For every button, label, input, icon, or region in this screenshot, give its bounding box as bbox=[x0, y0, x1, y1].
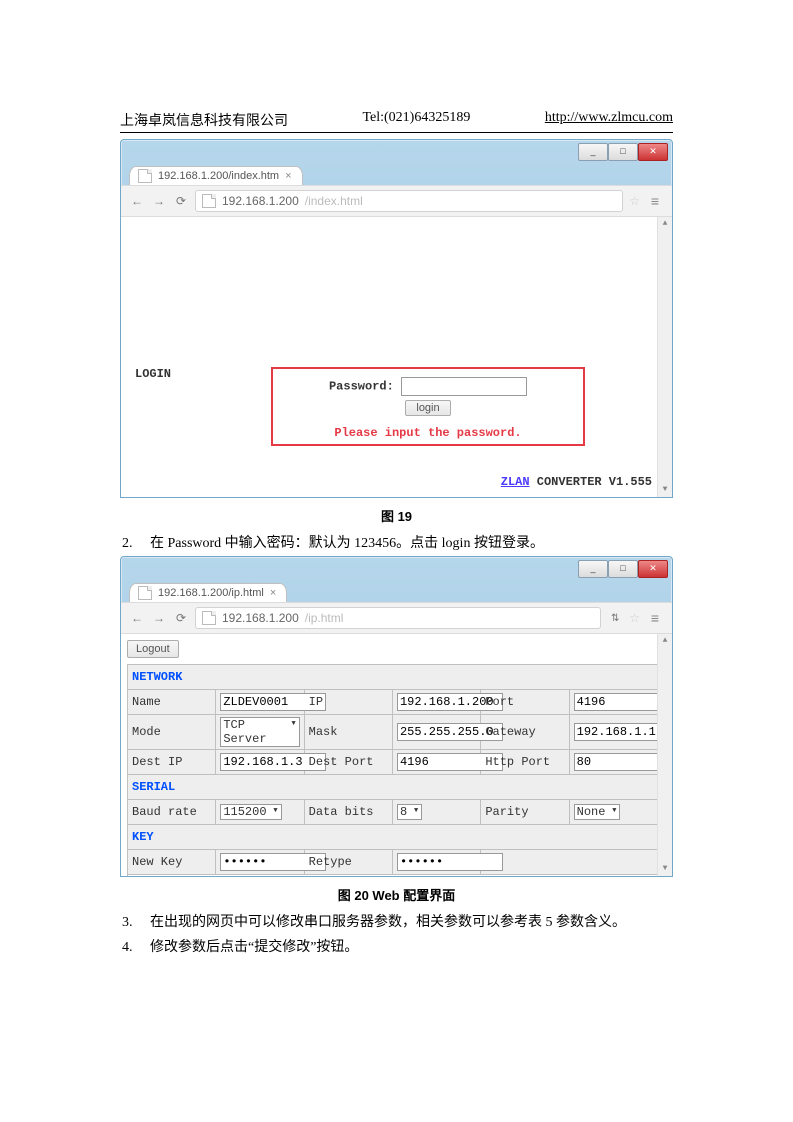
scroll-down-icon[interactable]: ▼ bbox=[658, 862, 672, 876]
scroll-down-icon[interactable]: ▼ bbox=[658, 483, 672, 497]
scroll-up-icon[interactable]: ▲ bbox=[658, 217, 672, 231]
browser-tab[interactable]: 192.168.1.200/ip.html × bbox=[129, 583, 287, 602]
label-name: Name bbox=[128, 690, 216, 715]
label-destip: Dest IP bbox=[128, 750, 216, 775]
address-bar: ← → ⟳ 192.168.1.200/ip.html ⇅ ☆ ≡ bbox=[121, 602, 672, 634]
step-4: 4. 修改参数后点击“提交修改”按钮。 bbox=[120, 935, 673, 960]
config-page: ▲ ▼ Logout NETWORK Name IP Port Mode TCP… bbox=[121, 634, 672, 876]
address-bar: ← → ⟳ 192.168.1.200/index.html ☆ ≡ bbox=[121, 185, 672, 217]
login-warning: Please input the password. bbox=[273, 426, 583, 440]
tab-close-icon[interactable]: × bbox=[285, 170, 291, 182]
figure20-caption: 图 20 Web 配置界面 bbox=[120, 885, 673, 904]
tab-title: 192.168.1.200/index.htm bbox=[158, 170, 279, 182]
label-mode: Mode bbox=[128, 715, 216, 750]
password-input[interactable] bbox=[401, 377, 527, 396]
label-gateway: Gateway bbox=[481, 715, 569, 750]
menu-icon[interactable]: ≡ bbox=[646, 193, 664, 209]
version-text: CONVERTER V1.555 bbox=[530, 475, 652, 489]
config-table: NETWORK Name IP Port Mode TCP Server Mas… bbox=[127, 664, 658, 877]
company-name: 上海卓岚信息科技有限公司 bbox=[120, 110, 288, 130]
page-icon bbox=[138, 586, 152, 600]
url-host: 192.168.1.200 bbox=[222, 611, 299, 625]
password-label: Password: bbox=[329, 380, 394, 394]
section-network: NETWORK bbox=[128, 665, 658, 690]
browser-window-config: _ □ ✕ 192.168.1.200/ip.html × ← → ⟳ 192.… bbox=[120, 556, 673, 877]
url-path: /index.html bbox=[305, 194, 363, 208]
scroll-up-icon[interactable]: ▲ bbox=[658, 634, 672, 648]
forward-icon[interactable]: → bbox=[151, 194, 167, 208]
telephone: Tel:(021)64325189 bbox=[362, 110, 470, 130]
page-icon bbox=[202, 611, 216, 625]
scrollbar[interactable]: ▲ ▼ bbox=[657, 634, 672, 876]
label-baud: Baud rate bbox=[128, 800, 216, 825]
bookmark-icon[interactable]: ☆ bbox=[629, 194, 640, 208]
logout-button[interactable]: Logout bbox=[127, 640, 179, 658]
close-button[interactable]: ✕ bbox=[638, 560, 668, 578]
url-path: /ip.html bbox=[305, 611, 344, 625]
step-4-text: 修改参数后点击“提交修改”按钮。 bbox=[150, 935, 673, 960]
step-2: 2. 在 Password 中输入密码：默认为 123456。点击 login … bbox=[120, 531, 673, 556]
login-page: ▲ ▼ LOGIN Password: login Please input t… bbox=[121, 217, 672, 497]
url-input[interactable]: 192.168.1.200/index.html bbox=[195, 190, 623, 212]
page-header: 上海卓岚信息科技有限公司 Tel:(021)64325189 http://ww… bbox=[120, 110, 673, 133]
retype-input[interactable] bbox=[397, 853, 503, 871]
page-icon bbox=[202, 194, 216, 208]
section-key: KEY bbox=[128, 825, 658, 850]
back-icon[interactable]: ← bbox=[129, 194, 145, 208]
url-host: 192.168.1.200 bbox=[222, 194, 299, 208]
window-controls: _ □ ✕ bbox=[121, 140, 672, 161]
minimize-button[interactable]: _ bbox=[578, 560, 608, 578]
url-input[interactable]: 192.168.1.200/ip.html bbox=[195, 607, 601, 629]
list-number: 2. bbox=[120, 531, 150, 556]
step-3: 3. 在出现的网页中可以修改串口服务器参数，相关参数可以参考表 5 参数含义。 bbox=[120, 910, 673, 935]
databits-select[interactable]: 8 bbox=[397, 804, 422, 820]
website-link[interactable]: http://www.zlmcu.com bbox=[545, 110, 673, 130]
reload-icon[interactable]: ⟳ bbox=[173, 611, 189, 625]
mode-select[interactable]: TCP Server bbox=[220, 717, 299, 747]
login-heading: LOGIN bbox=[135, 367, 171, 381]
reload-icon[interactable]: ⟳ bbox=[173, 194, 189, 208]
bookmark-icon[interactable]: ☆ bbox=[629, 611, 640, 625]
window-controls: _ □ ✕ bbox=[121, 557, 672, 578]
login-footer: ZLAN CONVERTER V1.555 bbox=[501, 475, 652, 489]
login-button[interactable]: login bbox=[405, 400, 450, 416]
translate-icon[interactable]: ⇅ bbox=[607, 613, 623, 624]
label-databits: Data bits bbox=[304, 800, 392, 825]
list-number: 3. bbox=[120, 910, 150, 935]
list-number: 4. bbox=[120, 935, 150, 960]
zlan-link[interactable]: ZLAN bbox=[501, 475, 530, 489]
minimize-button[interactable]: _ bbox=[578, 143, 608, 161]
step-3-text: 在出现的网页中可以修改串口服务器参数，相关参数可以参考表 5 参数含义。 bbox=[150, 910, 673, 935]
baud-select[interactable]: 115200 bbox=[220, 804, 281, 820]
back-icon[interactable]: ← bbox=[129, 611, 145, 625]
login-form: Password: login Please input the passwor… bbox=[271, 367, 585, 446]
maximize-button[interactable]: □ bbox=[608, 560, 638, 578]
browser-tab[interactable]: 192.168.1.200/index.htm × bbox=[129, 166, 303, 185]
label-parity: Parity bbox=[481, 800, 569, 825]
maximize-button[interactable]: □ bbox=[608, 143, 638, 161]
scrollbar[interactable]: ▲ ▼ bbox=[657, 217, 672, 497]
menu-icon[interactable]: ≡ bbox=[646, 610, 664, 626]
step-2-text: 在 Password 中输入密码：默认为 123456。点击 login 按钮登… bbox=[150, 531, 673, 556]
browser-window-login: _ □ ✕ 192.168.1.200/index.htm × ← → ⟳ 19… bbox=[120, 139, 673, 498]
label-mask: Mask bbox=[304, 715, 392, 750]
label-newkey: New Key bbox=[128, 850, 216, 875]
forward-icon[interactable]: → bbox=[151, 611, 167, 625]
tab-title: 192.168.1.200/ip.html bbox=[158, 587, 264, 599]
tab-close-icon[interactable]: × bbox=[270, 587, 276, 599]
page-icon bbox=[138, 169, 152, 183]
parity-select[interactable]: None bbox=[574, 804, 621, 820]
close-button[interactable]: ✕ bbox=[638, 143, 668, 161]
figure19-caption: 图 19 bbox=[120, 506, 673, 525]
section-serial: SERIAL bbox=[128, 775, 658, 800]
